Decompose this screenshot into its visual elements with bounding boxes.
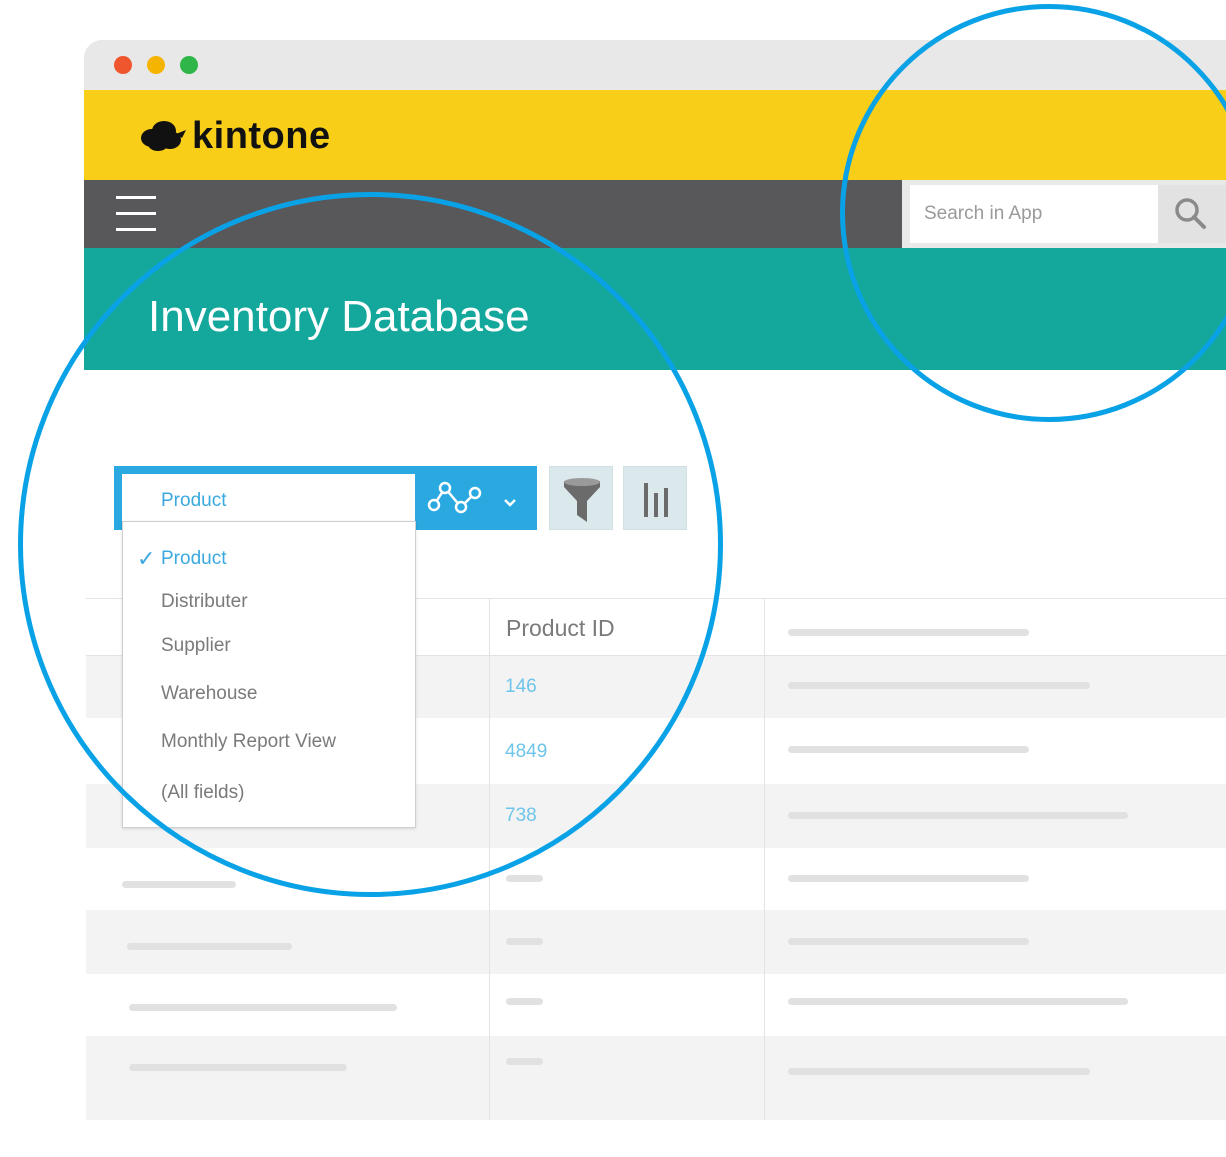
cell-placeholder: [122, 881, 236, 888]
brand-name: kintone: [192, 114, 331, 157]
table-row[interactable]: [86, 910, 1226, 974]
dropdown-option-monthly-report-view[interactable]: Monthly Report View: [161, 731, 336, 753]
dropdown-option-warehouse[interactable]: Warehouse: [161, 683, 257, 705]
table-row[interactable]: [86, 848, 1226, 910]
filter-icon: [564, 478, 600, 522]
dropdown-option-product[interactable]: Product: [161, 548, 226, 570]
dropdown-option-all-fields[interactable]: (All fields): [161, 782, 244, 804]
table-row[interactable]: [86, 974, 1226, 1036]
cell-placeholder: [788, 682, 1090, 689]
view-dropdown-menu: ✓ Product Distributer Supplier Warehouse…: [122, 521, 416, 828]
cloud-logo-icon: [141, 121, 186, 151]
cell-placeholder: [788, 998, 1128, 1005]
search-box: [902, 180, 1226, 248]
filter-button[interactable]: [549, 466, 613, 530]
menu-icon[interactable]: [116, 196, 156, 234]
kintone-logo[interactable]: kintone: [138, 114, 331, 157]
dropdown-option-distributer[interactable]: Distributer: [161, 591, 248, 613]
view-select-field[interactable]: Product: [122, 474, 415, 522]
search-icon: [1175, 198, 1206, 229]
close-window-button[interactable]: [114, 56, 132, 74]
cell-placeholder: [788, 875, 1029, 882]
brand-bar: kintone: [84, 90, 1226, 180]
window-titlebar: [84, 40, 1226, 90]
cell-placeholder: [127, 943, 292, 950]
minimize-window-button[interactable]: [147, 56, 165, 74]
dropdown-option-supplier[interactable]: Supplier: [161, 635, 231, 657]
bar-chart-icon: [644, 483, 668, 517]
graph-button[interactable]: [423, 474, 535, 530]
cell-placeholder: [129, 1064, 347, 1071]
product-id-link[interactable]: 4849: [505, 741, 547, 763]
cell-placeholder: [506, 938, 543, 945]
cell-placeholder: [788, 746, 1029, 753]
app-header: Inventory Database: [84, 248, 1226, 370]
chart-button[interactable]: [623, 466, 687, 530]
cell-placeholder: [506, 1058, 543, 1065]
product-id-link[interactable]: 146: [505, 676, 537, 698]
cell-placeholder: [506, 875, 543, 882]
page-title: Inventory Database: [148, 292, 530, 341]
cell-placeholder: [129, 1004, 397, 1011]
graph-icon: [427, 481, 516, 514]
cell-placeholder: [788, 812, 1128, 819]
cell-placeholder: [788, 1068, 1090, 1075]
product-id-link[interactable]: 738: [505, 805, 537, 827]
maximize-window-button[interactable]: [180, 56, 198, 74]
navigation-bar: [84, 180, 1226, 248]
search-button[interactable]: [1158, 185, 1226, 243]
cell-placeholder: [788, 938, 1029, 945]
search-input[interactable]: [910, 185, 1158, 243]
checkmark-icon: ✓: [137, 546, 156, 571]
table-row[interactable]: [86, 1036, 1226, 1120]
chevron-down-icon: [504, 499, 516, 507]
column-header-placeholder: [788, 629, 1029, 636]
cell-placeholder: [506, 998, 543, 1005]
column-header-product-id: Product ID: [506, 615, 615, 641]
